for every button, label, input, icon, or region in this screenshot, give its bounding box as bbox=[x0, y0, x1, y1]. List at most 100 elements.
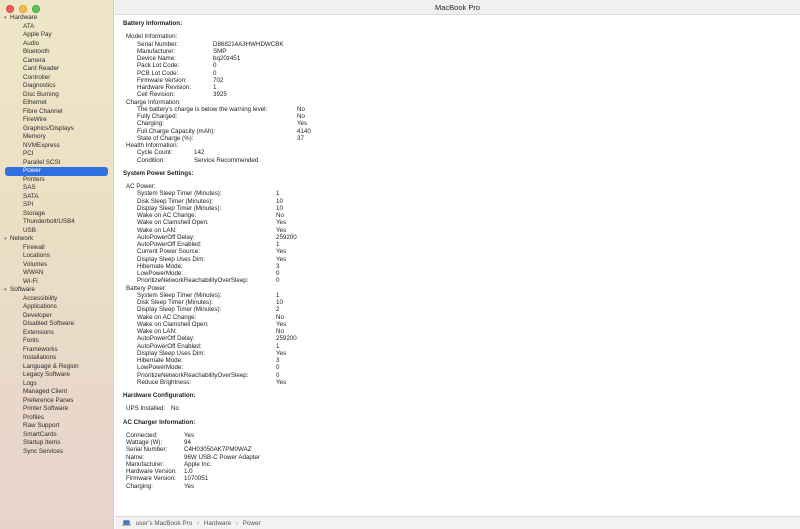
minimize-button[interactable] bbox=[19, 5, 27, 13]
sidebar-item-installations[interactable]: Installations bbox=[0, 354, 114, 363]
property-key: Cell Revision: bbox=[137, 91, 175, 99]
property-row: AutoPowerOff Delay: 259200 bbox=[137, 335, 297, 342]
property-row: Connected: Yes bbox=[126, 432, 194, 439]
property-key: PrioritizeNetworkReachabilityOverSleep: bbox=[137, 277, 249, 285]
sidebar-item-camera[interactable]: Camera bbox=[0, 57, 114, 66]
sidebar-item-preference-panes[interactable]: Preference Panes bbox=[0, 397, 114, 406]
sidebar-item-extensions[interactable]: Extensions bbox=[0, 329, 114, 338]
sidebar-item-spi[interactable]: SPI bbox=[0, 201, 114, 210]
property-row: Hardware Version: 1.0 bbox=[126, 468, 193, 475]
sidebar-item-parallel-scsi[interactable]: Parallel SCSI bbox=[0, 159, 114, 168]
sidebar-item-language-region[interactable]: Language & Region bbox=[0, 363, 114, 372]
sidebar-item-startup-items[interactable]: Startup Items bbox=[0, 439, 114, 448]
property-row: Display Sleep Timer (Minutes): 2 bbox=[137, 306, 279, 313]
subsection-label: Battery Power: bbox=[126, 284, 167, 292]
sidebar-item-printer-software[interactable]: Printer Software bbox=[0, 405, 114, 414]
sidebar-item-firewire[interactable]: FireWire bbox=[0, 116, 114, 125]
property-row: Pack Lot Code: 0 bbox=[137, 62, 216, 69]
property-key: Manufacturer: bbox=[126, 460, 165, 468]
sidebar-item-applications[interactable]: Applications bbox=[0, 303, 114, 312]
property-row: Current Power Source: Yes bbox=[137, 248, 286, 255]
property-key: Serial Number: bbox=[126, 446, 168, 454]
property-key: Wake on AC Change: bbox=[137, 212, 197, 219]
sidebar-item-firewall[interactable]: Firewall bbox=[0, 244, 114, 253]
report-content[interactable]: Battery Information: Model Information: Se… bbox=[115, 16, 800, 516]
zoom-button[interactable] bbox=[32, 5, 40, 13]
property-key: The battery’s charge is below the warnin… bbox=[137, 105, 268, 113]
sidebar-item-disabled-software[interactable]: Disabled Software bbox=[0, 320, 114, 329]
sidebar-item-diagnostics[interactable]: Diagnostics bbox=[0, 82, 114, 91]
sidebar-item-graphics-displays[interactable]: Graphics/Displays bbox=[0, 125, 114, 134]
sidebar-item-profiles[interactable]: Profiles bbox=[0, 414, 114, 423]
laptop-icon bbox=[122, 520, 131, 526]
sidebar-item-ata[interactable]: ATA bbox=[0, 23, 114, 32]
sidebar-item-frameworks[interactable]: Frameworks bbox=[0, 346, 114, 355]
sidebar-item-managed-client[interactable]: Managed Client bbox=[0, 388, 114, 397]
property-key: Charging: bbox=[126, 482, 153, 490]
close-button[interactable] bbox=[6, 5, 14, 13]
property-value: Yes bbox=[276, 320, 287, 328]
property-key: Wake on Clamshell Open: bbox=[137, 320, 209, 328]
sidebar-group-network[interactable]: ▾ Network bbox=[0, 235, 114, 244]
property-row: LowPowerMode: 0 bbox=[137, 270, 279, 277]
sidebar-item-storage[interactable]: Storage bbox=[0, 210, 114, 219]
property-key: Hardware Revision: bbox=[137, 84, 191, 91]
subsection-label: Health Information: bbox=[126, 142, 179, 149]
subsection-label: AC Power: bbox=[126, 183, 156, 190]
sidebar-item-controller[interactable]: Controller bbox=[0, 74, 114, 83]
breadcrumb-section[interactable]: Power bbox=[243, 520, 261, 527]
sidebar-item-sync-services[interactable]: Sync Services bbox=[0, 448, 114, 457]
breadcrumb-computer[interactable]: user’s MacBook Pro bbox=[136, 520, 192, 527]
sidebar-item-thunderbolt-usb4[interactable]: Thunderbolt/USB4 bbox=[0, 218, 114, 227]
sidebar-item-card-reader[interactable]: Card Reader bbox=[0, 65, 114, 74]
sidebar-group-hardware[interactable]: ▾ Hardware bbox=[0, 14, 114, 23]
sidebar-item-wwan[interactable]: WWAN bbox=[0, 269, 114, 278]
sidebar-item-raw-support[interactable]: Raw Support bbox=[0, 422, 114, 431]
property-key: Full Charge Capacity (mAh): bbox=[137, 127, 216, 135]
system-information-window: ▾ Hardware ATA Apple Pay Audio Bluetooth Camer… bbox=[0, 0, 800, 529]
sidebar-item-locations[interactable]: Locations bbox=[0, 252, 114, 261]
sidebar-item-fibre-channel[interactable]: Fibre Channel bbox=[0, 108, 114, 117]
breadcrumb-category[interactable]: Hardware bbox=[204, 520, 231, 527]
property-key: Disk Sleep Timer (Minutes): bbox=[137, 299, 213, 306]
sidebar-group-software[interactable]: ▾ Software bbox=[0, 286, 114, 295]
property-value: Apple Inc. bbox=[184, 460, 212, 468]
property-row: Charging: Yes bbox=[126, 482, 194, 490]
property-value: 0 bbox=[213, 69, 217, 77]
sidebar-item-wi-fi[interactable]: Wi-Fi bbox=[0, 278, 114, 287]
property-row: Wattage (W): 94 bbox=[126, 439, 191, 446]
sidebar-item-fonts[interactable]: Fonts bbox=[0, 337, 114, 346]
property-row: Display Sleep Uses Dim: Yes bbox=[137, 256, 286, 263]
property-row: Device Name: bq20z451 bbox=[137, 55, 240, 62]
property-key: LowPowerMode: bbox=[137, 364, 184, 372]
sidebar-item-logs[interactable]: Logs bbox=[0, 380, 114, 389]
sidebar-item-audio[interactable]: Audio bbox=[0, 40, 114, 49]
property-row: System Sleep Timer (Minutes): 1 bbox=[137, 190, 279, 197]
sidebar-item-power[interactable]: Power bbox=[5, 167, 108, 176]
property-value: 0 bbox=[276, 270, 280, 277]
sidebar-item-printers[interactable]: Printers bbox=[0, 176, 114, 185]
property-row: Wake on AC Change: No bbox=[137, 314, 284, 321]
sidebar-item-sas[interactable]: SAS bbox=[0, 184, 114, 193]
sidebar-item-smartcards[interactable]: SmartCards bbox=[0, 431, 114, 440]
sidebar-item-accessibility[interactable]: Accessibility bbox=[0, 295, 114, 304]
sidebar-item-apple-pay[interactable]: Apple Pay bbox=[0, 31, 114, 40]
sidebar-item-sata[interactable]: SATA bbox=[0, 193, 114, 202]
sidebar-item-volumes[interactable]: Volumes bbox=[0, 261, 114, 270]
sidebar-item-bluetooth[interactable]: Bluetooth bbox=[0, 48, 114, 57]
property-row: Wake on Clamshell Open: Yes bbox=[137, 219, 286, 226]
sidebar-item-disc-burning[interactable]: Disc Burning bbox=[0, 91, 114, 100]
property-value: Yes bbox=[276, 378, 287, 386]
title-bar: MacBook Pro bbox=[115, 0, 800, 15]
property-value: No bbox=[276, 328, 284, 335]
sidebar-item-usb[interactable]: USB bbox=[0, 227, 114, 236]
property-key: Fully Charged: bbox=[137, 113, 178, 120]
property-key: Hibernate Mode: bbox=[137, 262, 183, 270]
sidebar-item-nvmexpress[interactable]: NVMExpress bbox=[0, 142, 114, 151]
sidebar-item-ethernet[interactable]: Ethernet bbox=[0, 99, 114, 108]
sidebar-item-memory[interactable]: Memory bbox=[0, 133, 114, 142]
sidebar-item-developer[interactable]: Developer bbox=[0, 312, 114, 321]
property-key: Display Sleep Uses Dim: bbox=[137, 349, 206, 357]
sidebar-item-legacy-software[interactable]: Legacy Software bbox=[0, 371, 114, 380]
sidebar-item-pci[interactable]: PCI bbox=[0, 150, 114, 159]
